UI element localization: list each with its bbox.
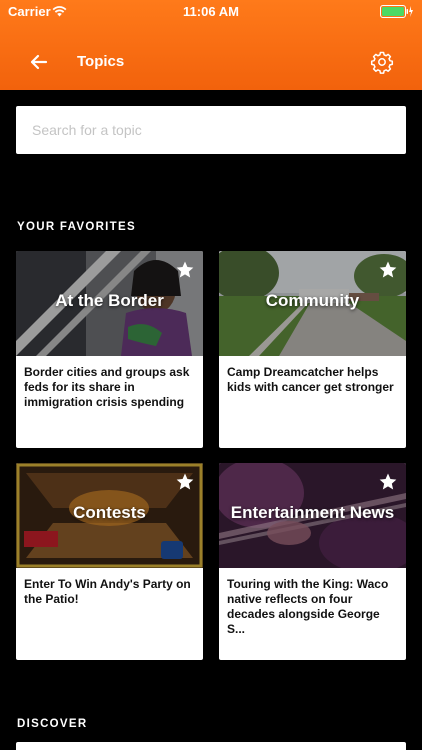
topic-card-contests[interactable]: Contests Enter To Win Andy's Party on th… xyxy=(16,463,203,660)
topic-card-at-the-border[interactable]: At the Border Border cities and groups a… xyxy=(16,251,203,448)
search-box[interactable] xyxy=(16,106,406,154)
discover-card[interactable] xyxy=(16,742,406,750)
arrow-left-icon xyxy=(30,54,48,70)
topic-thumbnail: At the Border xyxy=(16,251,203,356)
star-icon[interactable] xyxy=(175,472,195,492)
gear-icon xyxy=(370,51,394,74)
settings-button[interactable] xyxy=(370,50,394,74)
section-label-discover: DISCOVER xyxy=(17,718,88,730)
star-icon[interactable] xyxy=(175,260,195,280)
back-button[interactable] xyxy=(26,50,52,74)
star-icon[interactable] xyxy=(378,472,398,492)
star-icon[interactable] xyxy=(378,260,398,280)
topic-thumbnail: Entertainment News xyxy=(219,463,406,568)
card-topic-label: At the Border xyxy=(55,291,164,310)
card-headline: Border cities and groups ask feds for it… xyxy=(24,365,190,409)
card-topic-label: Community xyxy=(265,291,360,310)
card-headline: Camp Dreamcatcher helps kids with cancer… xyxy=(227,365,394,394)
card-headline: Enter To Win Andy's Party on the Patio! xyxy=(24,577,191,606)
status-bar: Carrier 11:06 AM xyxy=(0,0,422,24)
app-header: Carrier 11:06 AM Topics xyxy=(0,0,422,90)
card-topic-label: Contests xyxy=(73,503,146,522)
page-title: Topics xyxy=(77,53,125,70)
battery-icon xyxy=(380,5,413,18)
search-input[interactable] xyxy=(16,106,406,154)
section-label-favorites: YOUR FAVORITES xyxy=(17,221,136,233)
clock: 11:06 AM xyxy=(183,4,239,19)
card-headline: Touring with the King: Waco native refle… xyxy=(227,577,389,636)
card-topic-label: Entertainment News xyxy=(230,503,395,522)
topic-thumbnail: Community xyxy=(219,251,406,356)
topic-card-community[interactable]: Community Camp Dreamcatcher helps kids w… xyxy=(219,251,406,448)
topic-thumbnail: Contests xyxy=(16,463,203,568)
topic-card-entertainment-news[interactable]: Entertainment News Touring with the King… xyxy=(219,463,406,660)
